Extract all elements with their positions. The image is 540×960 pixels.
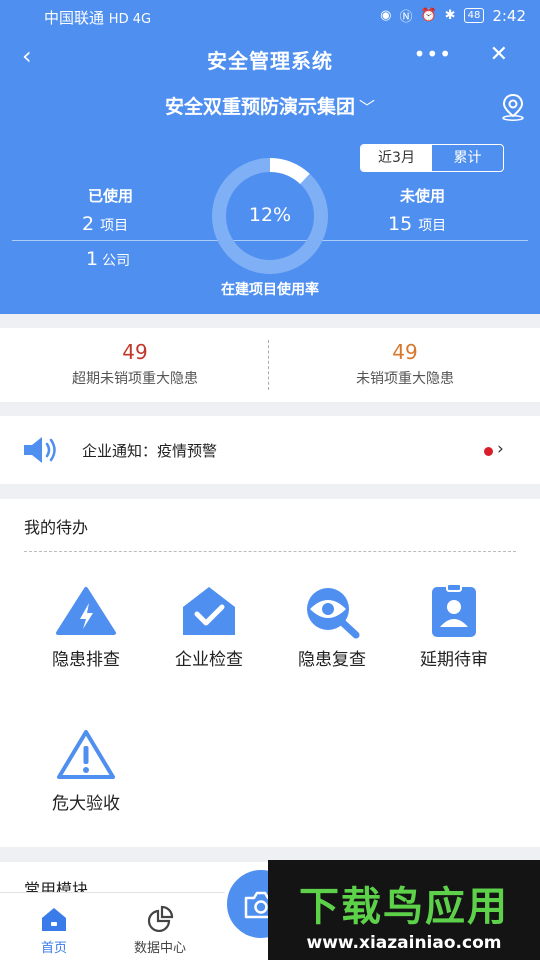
chevron-right-icon: › — [497, 439, 504, 459]
period-option-3months[interactable]: 近3月 — [361, 145, 432, 171]
todo-title: 我的待办 — [24, 518, 89, 537]
lightning-warning-icon — [56, 587, 116, 635]
location-pin-icon[interactable] — [500, 93, 526, 121]
company-unit: 公司 — [102, 253, 131, 269]
company-name: 安全双重预防演示集团 — [164, 96, 355, 118]
page-title: 安全管理系统 — [207, 49, 333, 73]
todo-item-hazard-inspection[interactable]: 隐患排查 — [31, 583, 141, 670]
stat-divider — [268, 340, 269, 390]
unused-label: 未使用 — [400, 187, 446, 205]
alarm-icon: ⏰ — [420, 8, 437, 23]
company-selector[interactable]: 安全双重预防演示集团 ﹀ — [0, 92, 540, 119]
unused-projects: 15 项目 — [388, 213, 446, 235]
used-companies: 1 公司 — [86, 248, 130, 270]
todo-item-enterprise-check[interactable]: 企业检查 — [154, 583, 264, 670]
notice-bar[interactable]: 企业通知：疫情预警 › — [0, 416, 540, 484]
nav-bar: ‹ 安全管理系统 ••• ✕ — [0, 40, 540, 76]
speaker-icon — [24, 437, 56, 463]
chevron-down-icon: ﹀ — [359, 98, 376, 117]
house-check-icon — [183, 587, 235, 635]
todo-item-label: 危大验收 — [52, 794, 120, 814]
open-hazards-stat[interactable]: 49 未销项重大隐患 — [270, 340, 540, 388]
usage-rate-value: 12% — [248, 204, 292, 226]
eye-icon: ◉ — [380, 8, 392, 23]
todo-item-label: 延期待审 — [420, 650, 488, 670]
todo-item-hazard-review[interactable]: 隐患复查 — [277, 583, 387, 670]
open-hazards-label: 未销项重大隐患 — [356, 371, 454, 387]
todo-item-major-acceptance[interactable]: 危大验收 — [31, 727, 141, 814]
unread-dot — [484, 447, 493, 456]
overdue-hazards-count: 49 — [122, 340, 148, 364]
more-menu-button[interactable]: ••• — [414, 42, 452, 66]
close-button[interactable]: ✕ — [490, 42, 508, 67]
tab-home-label: 首页 — [40, 941, 67, 956]
todo-divider — [24, 551, 516, 552]
hazard-stats-card: 49 超期未销项重大隐患 49 未销项重大隐患 — [0, 328, 540, 402]
exclamation-triangle-icon — [57, 730, 115, 779]
id-badge-icon — [432, 583, 476, 637]
unused-projects-count: 15 — [388, 213, 413, 235]
nfc-icon: Ⓝ — [399, 10, 413, 25]
period-toggle: 近3月 累计 — [360, 144, 504, 172]
network-label: HD 4G — [108, 12, 152, 27]
period-option-total[interactable]: 累计 — [432, 145, 503, 171]
todo-section: 我的待办 隐患排查 企业检查 隐患复查 延期待审 危大验收 — [0, 499, 540, 847]
notice-text: 企业通知：疫情预警 — [82, 442, 218, 460]
tab-data-center[interactable]: 数据中心 — [115, 905, 205, 956]
used-projects-count: 2 — [82, 213, 95, 235]
battery-icon: 48 — [463, 8, 485, 23]
clock: 2:42 — [492, 6, 526, 25]
overdue-hazards-stat[interactable]: 49 超期未销项重大隐患 — [0, 340, 270, 388]
bluetooth-icon: ✱ — [444, 8, 456, 23]
pie-chart-icon — [147, 905, 174, 933]
tab-home[interactable]: 首页 — [9, 905, 99, 956]
project-unit: 项目 — [100, 218, 129, 234]
watermark-url: www.xiazainiao.com — [306, 933, 502, 953]
project-unit: 项目 — [418, 218, 447, 234]
header-panel: 中国联通 HD 4G ◉ Ⓝ ⏰ ✱ 48 2:42 ‹ 安全管理系统 ••• … — [0, 0, 540, 314]
status-bar: 中国联通 HD 4G ◉ Ⓝ ⏰ ✱ 48 2:42 — [0, 0, 540, 32]
watermark-title: 下载鸟应用 — [299, 884, 509, 930]
used-label: 已使用 — [88, 187, 134, 205]
todo-item-extension-review[interactable]: 延期待审 — [399, 583, 509, 670]
open-hazards-count: 49 — [392, 340, 418, 364]
todo-item-label: 隐患排查 — [52, 650, 120, 670]
tab-data-center-label: 数据中心 — [133, 941, 186, 956]
usage-rate-label: 在建项目使用率 — [221, 282, 319, 298]
todo-item-label: 企业检查 — [175, 650, 243, 670]
used-companies-count: 1 — [86, 248, 99, 270]
todo-item-label: 隐患复查 — [298, 650, 366, 670]
watermark-overlay: 下载鸟应用 www.xiazainiao.com — [268, 860, 540, 960]
overdue-hazards-label: 超期未销项重大隐患 — [72, 371, 198, 387]
carrier-label: 中国联通 — [44, 9, 105, 27]
home-icon — [42, 908, 66, 931]
eye-magnifier-icon — [307, 588, 360, 639]
used-projects: 2 项目 — [82, 213, 128, 235]
